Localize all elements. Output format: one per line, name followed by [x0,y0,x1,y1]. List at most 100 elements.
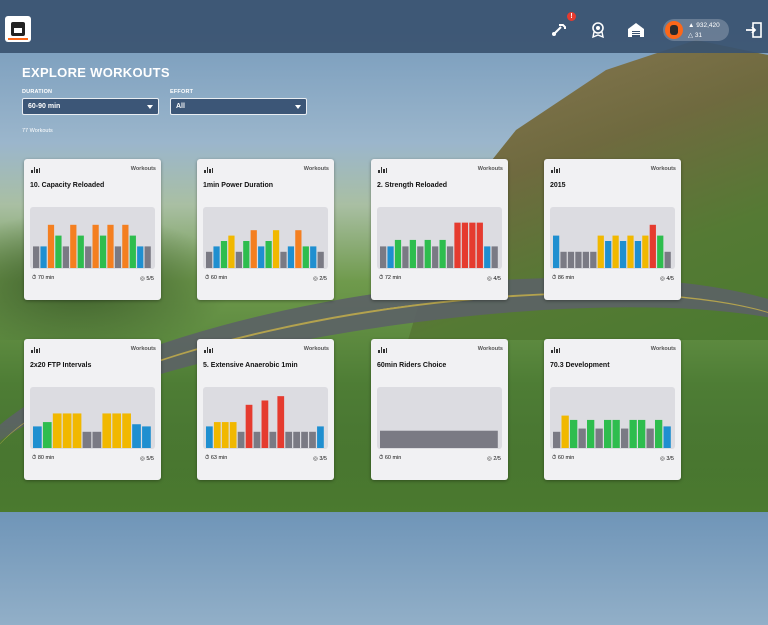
workout-name: 1min Power Duration [203,182,274,189]
workout-duration: 60 min [384,455,402,461]
effort-info: ◎ 4/5 [487,276,501,282]
workout-card[interactable]: Workouts 2x20 FTP Intervals ⏱ 80 min ◎ 5/5 [24,339,161,480]
profile-segment [47,224,55,268]
workout-card[interactable]: Workouts 2. Strength Reloaded ⏱ 72 min ◎ 4/… [371,159,508,300]
profile-chip[interactable]: ▲ 932,420 △ 31 [663,19,729,41]
profile-segment [253,431,261,448]
profile-segment [237,431,245,448]
effort-select[interactable]: All [170,98,307,115]
profile-segment [612,235,619,268]
workout-name: 2x20 FTP Intervals [30,362,92,369]
workout-duration: 63 min [210,455,228,461]
profile-segment [112,413,122,448]
profile-segment [52,413,62,448]
profile-segment [302,246,309,268]
bar-chart-icon [378,167,387,173]
profile-segment [261,400,269,448]
page-title: EXPLORE WORKOUTS [22,65,170,80]
profile-segment [265,241,272,268]
profile-segment [229,422,237,448]
profile-segment [553,431,561,448]
effort-icon: ◎ [140,456,145,462]
profile-segment [55,235,62,268]
chevron-down-icon [147,105,153,109]
clock-icon: ⏱ [32,275,37,281]
workout-effort: 4/5 [493,276,501,282]
profile-segment [70,224,77,268]
workout-profile-chart [377,207,502,269]
effort-icon: ◎ [313,276,318,282]
profile-segment [114,246,122,268]
profile-segment [221,422,229,448]
profile-segment [649,224,656,268]
profile-segment [269,431,277,448]
workout-card[interactable]: Workouts 70.3 Development ⏱ 60 min ◎ 3/5 [544,339,681,480]
profile-segment [587,419,595,448]
profile-segment [250,230,257,268]
clock-icon: ⏱ [552,455,557,461]
profile-segment [285,431,293,448]
profile-segment [235,251,242,268]
profile-segment [619,241,627,268]
profile-segment [476,222,483,268]
profile-segment [102,413,112,448]
drops-value: 932,420 [696,22,720,29]
notification-badge: ! [567,12,576,21]
card-type: Workouts [477,166,503,172]
profile-segment [62,413,72,448]
profile-segment [122,413,131,448]
profile-segment [228,235,235,268]
profile-segment [642,235,649,268]
workout-name: 2015 [550,182,566,189]
workout-profile-chart [203,387,328,449]
profile-segment [657,235,664,268]
exit-icon[interactable] [745,22,763,38]
profile-segment [310,246,317,268]
workout-name: 5. Extensive Anaerobic 1min [203,362,298,369]
avatar [665,21,683,39]
workout-effort: 2/5 [319,276,327,282]
workout-card[interactable]: Workouts 10. Capacity Reloaded ⏱ 70 min ◎ 5… [24,159,161,300]
effort-info: ◎ 5/5 [140,276,154,282]
profile-segment [293,431,300,448]
workout-name: 70.3 Development [550,362,610,369]
profile-segment [99,235,107,268]
profile-segment [33,426,42,448]
workout-card[interactable]: Workouts 5. Extensive Anaerobic 1min ⏱ 63 … [197,339,334,480]
chevron-down-icon [295,105,301,109]
profile-segment [287,246,295,268]
profile-segment [446,246,454,268]
profile-segment [62,246,69,268]
result-count: 77 Workouts [22,128,53,134]
profile-segment [561,415,569,448]
duration-select[interactable]: 60-90 min [22,98,159,115]
workout-card[interactable]: Workouts 2015 ⏱ 86 min ◎ 4/5 [544,159,681,300]
garage-icon[interactable] [627,22,645,38]
bar-chart-icon [378,347,387,353]
profile-segment [612,419,620,448]
profile-segment [380,430,498,448]
card-type: Workouts [130,346,156,352]
profile-segment [439,239,446,268]
profile-segment [301,431,308,448]
profile-segment [213,422,221,448]
effort-label: EFFORT [170,89,194,95]
badge-icon[interactable] [589,22,607,38]
logo-icon[interactable] [5,16,31,42]
clock-icon: ⏱ [379,455,384,461]
profile-segment [664,251,671,268]
profile-segment [578,428,586,448]
profile-segment [317,426,324,448]
workout-card[interactable]: Workouts 60min Riders Choice ⏱ 60 min ◎ 2/5 [371,339,508,480]
profile-segment [85,246,92,268]
card-type: Workouts [303,166,329,172]
bar-chart-icon [551,167,560,173]
tools-icon[interactable] [550,22,568,38]
card-type: Workouts [650,346,676,352]
effort-icon: ◎ [660,276,665,282]
workout-card[interactable]: Workouts 1min Power Duration ⏱ 60 min ◎ 2/5 [197,159,334,300]
profile-segment [570,419,578,448]
profile-segment [629,419,637,448]
profile-segment [380,246,387,268]
effort-info: ◎ 5/5 [140,456,154,462]
